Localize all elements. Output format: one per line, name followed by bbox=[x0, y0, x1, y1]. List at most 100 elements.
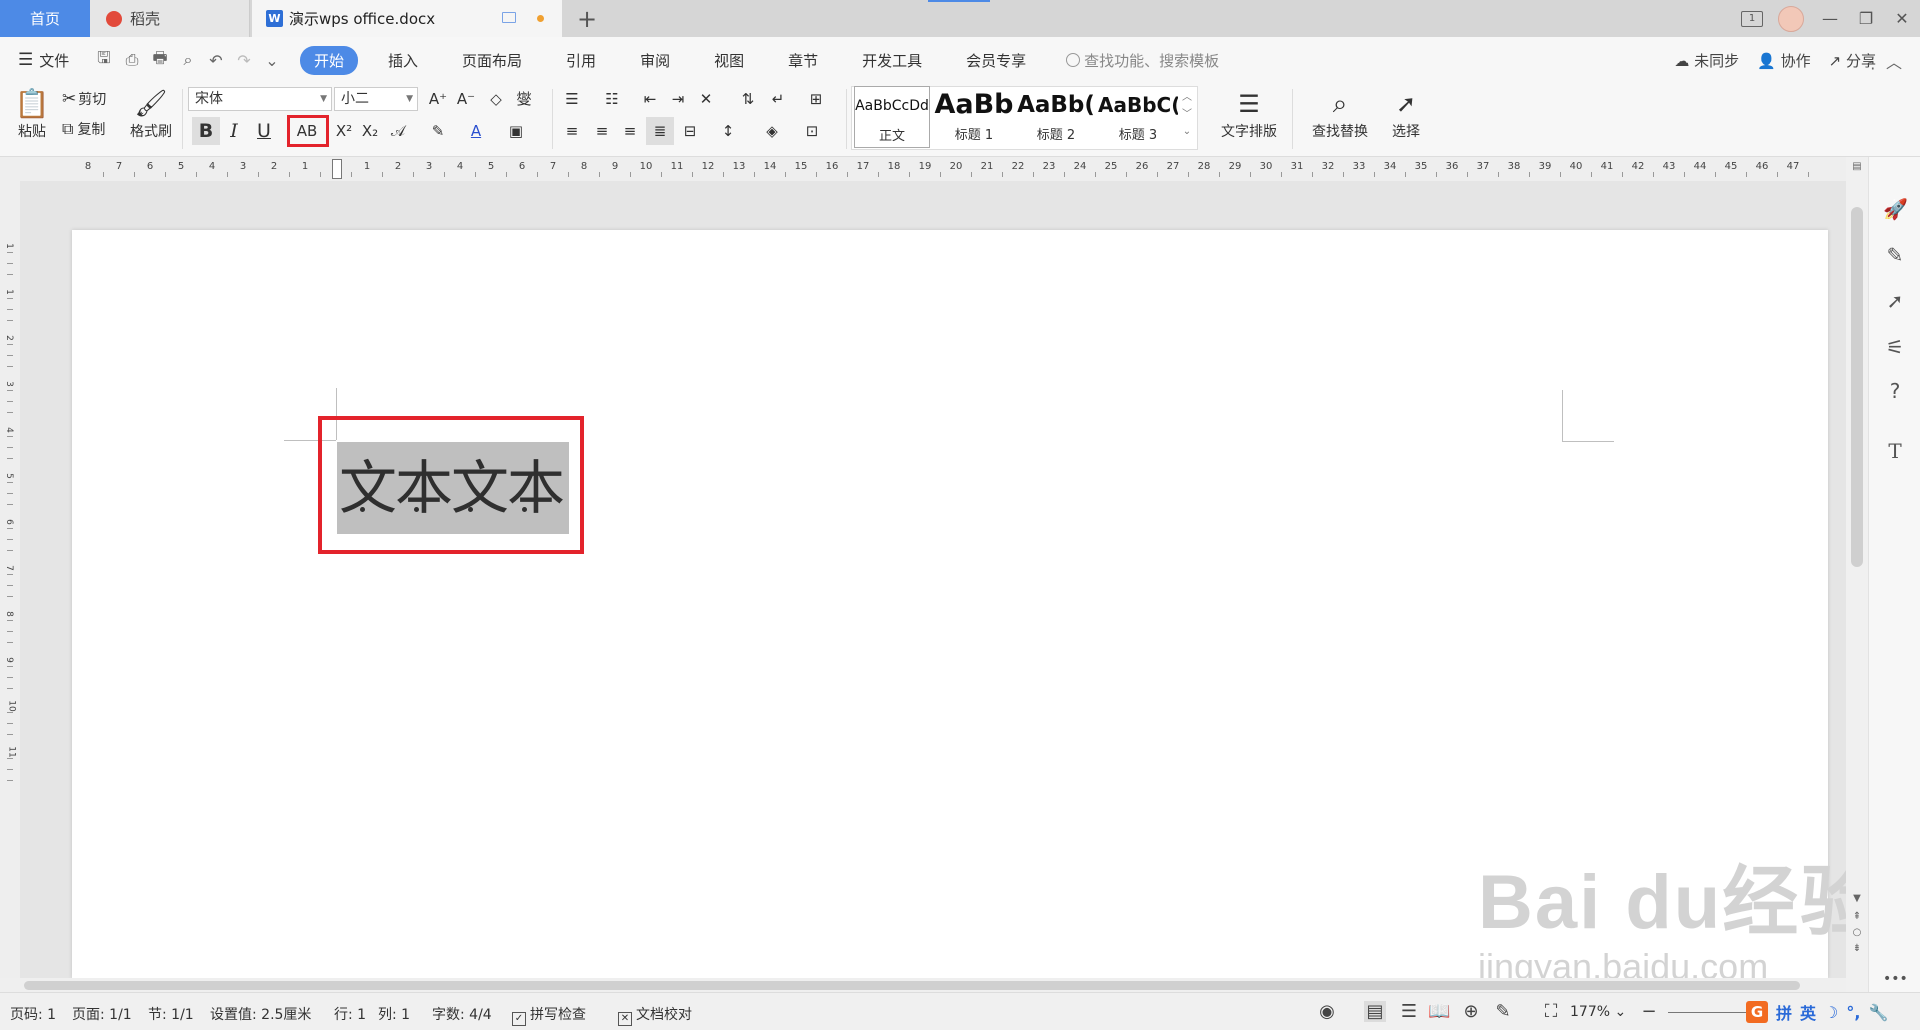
align-center-icon[interactable]: ≡ bbox=[588, 117, 616, 145]
zoom-level[interactable]: 177% ⌄ bbox=[1570, 1004, 1626, 1020]
vertical-scrollbar[interactable]: ▤ ▼ ⇞ ○ ⇟ bbox=[1846, 157, 1868, 992]
punct-icon[interactable]: °, bbox=[1846, 1003, 1860, 1022]
shrink-font-icon[interactable]: A⁻ bbox=[452, 85, 480, 113]
tab-home[interactable]: 首页 bbox=[0, 0, 90, 37]
next-page-icon[interactable]: ⇟ bbox=[1846, 943, 1868, 954]
adjust-icon[interactable]: ⚟ bbox=[1883, 335, 1907, 359]
shading-icon[interactable]: ◈ bbox=[758, 117, 786, 145]
moon-icon[interactable]: ☽ bbox=[1824, 1003, 1838, 1022]
more-icon[interactable]: ••• bbox=[1883, 967, 1908, 991]
print-icon[interactable]: 🖶 bbox=[146, 47, 174, 74]
outline-view-icon[interactable]: ☰ bbox=[1398, 1001, 1420, 1022]
show-marks-icon[interactable]: ↵ bbox=[764, 85, 792, 113]
distributed-icon[interactable]: ⊟ bbox=[676, 117, 704, 145]
print-preview-icon[interactable]: ⌕ bbox=[174, 50, 202, 70]
style-normal[interactable]: AaBbCcDd 正文 bbox=[854, 86, 930, 148]
bold-button[interactable]: B bbox=[192, 117, 220, 145]
tab-member[interactable]: 会员专享 bbox=[952, 46, 1040, 75]
clear-format-icon[interactable]: ◇ bbox=[482, 85, 510, 113]
page-view-icon[interactable]: ▤ bbox=[1364, 1001, 1386, 1022]
select-browse-icon[interactable]: ○ bbox=[1846, 927, 1868, 938]
avatar[interactable] bbox=[1778, 5, 1804, 32]
text-layout-button[interactable]: ☰ 文字排版 bbox=[1212, 87, 1286, 141]
cut-button[interactable]: ✂ 剪切 bbox=[62, 89, 106, 109]
font-color-icon[interactable]: A bbox=[462, 117, 490, 145]
grow-font-icon[interactable]: A⁺ bbox=[424, 85, 452, 113]
wrench-icon[interactable]: 🔧 bbox=[1868, 1003, 1888, 1022]
writing-mode-icon[interactable]: ✎ bbox=[1492, 1001, 1514, 1022]
style-heading-2[interactable]: AaBb( 标题 2 bbox=[1016, 86, 1096, 148]
superscript-button[interactable]: X² bbox=[330, 117, 358, 145]
horizontal-ruler[interactable]: 8 7 6 5 4 3 2 1 1 2 3 4 5 6 7 8 9 10 11 12 13 14 15 16 17 18 19 20 2… bbox=[0, 157, 1846, 181]
line-spacing-icon[interactable]: ↕ bbox=[714, 117, 742, 145]
justify-icon[interactable]: ≣ bbox=[646, 117, 674, 145]
underline-button[interactable]: U bbox=[250, 117, 278, 145]
minimize-button[interactable]: — bbox=[1812, 0, 1848, 37]
tab-insert[interactable]: 插入 bbox=[374, 46, 432, 75]
page-count-button[interactable]: 1 bbox=[1734, 0, 1770, 37]
function-search[interactable]: 查找功能、搜索模板 bbox=[1066, 50, 1219, 71]
export-pdf-icon[interactable]: ⎙ bbox=[118, 50, 146, 70]
text-effect-icon[interactable]: 𝒜 bbox=[384, 117, 412, 145]
tab-stops-icon[interactable]: ⊞ bbox=[802, 85, 830, 113]
reading-view-icon[interactable]: 📖 bbox=[1428, 1001, 1450, 1022]
file-menu[interactable]: ☰ 文件 bbox=[0, 50, 90, 71]
doc-check-button[interactable]: ✕ 文档校对 bbox=[618, 1004, 692, 1026]
style-heading-3[interactable]: AaBbC( 标题 3 bbox=[1098, 86, 1178, 148]
spell-check-button[interactable]: ✓ 拼写检查 bbox=[512, 1004, 586, 1026]
font-name-select[interactable]: 宋体 ▼ bbox=[188, 87, 332, 111]
redo-icon[interactable]: ↷ bbox=[230, 51, 258, 70]
copy-button[interactable]: ⧉ 复制 bbox=[62, 119, 105, 139]
align-right-icon[interactable]: ≡ bbox=[616, 117, 644, 145]
borders-icon[interactable]: ⊡ bbox=[798, 117, 826, 145]
sort-icon[interactable]: ⇅ bbox=[734, 85, 762, 113]
sync-button[interactable]: ☁ 未同步 bbox=[1674, 50, 1739, 71]
phonetic-guide-icon[interactable]: 燮 bbox=[510, 85, 538, 113]
ruler-toggle-icon[interactable]: ▤ bbox=[1846, 161, 1868, 172]
close-button[interactable]: ✕ bbox=[1884, 0, 1920, 37]
paste-button[interactable]: 📋 粘贴 bbox=[12, 87, 52, 141]
tab-references[interactable]: 引用 bbox=[552, 46, 610, 75]
restore-button[interactable]: ❐ bbox=[1848, 0, 1884, 37]
numbered-list-icon[interactable]: ☷ bbox=[598, 85, 626, 113]
find-replace-button[interactable]: ⌕ 查找替换 bbox=[1302, 87, 1378, 141]
bullet-list-icon[interactable]: ☰ bbox=[558, 85, 586, 113]
collab-button[interactable]: 👤 协作 bbox=[1757, 50, 1810, 71]
rocket-icon[interactable]: 🚀 bbox=[1883, 197, 1908, 221]
save-icon[interactable]: 🖫 bbox=[90, 47, 118, 74]
web-view-icon[interactable]: ⊕ bbox=[1460, 1001, 1482, 1022]
ime-english[interactable]: 英 bbox=[1800, 1000, 1816, 1024]
highlight-color-icon[interactable]: ✎ bbox=[424, 117, 452, 145]
chinese-layout-icon[interactable]: ✕ bbox=[692, 85, 720, 113]
tab-chapter[interactable]: 章节 bbox=[774, 46, 832, 75]
italic-button[interactable]: I bbox=[220, 117, 248, 145]
pointer-icon[interactable]: ➚ bbox=[1883, 289, 1907, 313]
horizontal-scroll-thumb[interactable] bbox=[24, 981, 1800, 990]
tab-daoke[interactable]: 稻壳 bbox=[90, 0, 250, 37]
zoom-slider[interactable] bbox=[1668, 1012, 1748, 1013]
increase-indent-icon[interactable]: ⇥ bbox=[664, 85, 692, 113]
ime-pinyin[interactable]: 拼 bbox=[1776, 1000, 1792, 1024]
font-size-select[interactable]: 小二 ▼ bbox=[334, 87, 418, 111]
tab-page-layout[interactable]: 页面布局 bbox=[448, 46, 536, 75]
tab-start[interactable]: 开始 bbox=[300, 45, 359, 75]
vertical-scroll-thumb[interactable] bbox=[1851, 207, 1863, 567]
horizontal-scrollbar[interactable] bbox=[0, 978, 1846, 992]
align-left-icon[interactable]: ≡ bbox=[558, 117, 586, 145]
tab-developer[interactable]: 开发工具 bbox=[848, 46, 936, 75]
format-painter-button[interactable]: 🖌 格式刷 bbox=[126, 87, 176, 141]
style-heading-1[interactable]: AaBb 标题 1 bbox=[934, 86, 1014, 148]
subscript-button[interactable]: X₂ bbox=[356, 117, 384, 145]
styles-scroll-icon[interactable]: ︿ ﹀ ⌄ bbox=[1182, 89, 1192, 140]
eye-icon[interactable]: ◉ bbox=[1316, 1001, 1338, 1022]
char-border-icon[interactable]: ▣ bbox=[502, 117, 530, 145]
status-words[interactable]: 字数: 4/4 bbox=[432, 1004, 492, 1024]
ime-logo[interactable]: G bbox=[1746, 1001, 1768, 1023]
help-icon[interactable]: ? bbox=[1883, 379, 1907, 403]
pen-icon[interactable]: ✎ bbox=[1883, 243, 1907, 267]
customize-toolbar-icon[interactable]: ⌄ bbox=[258, 51, 286, 70]
fit-page-icon[interactable]: ⛶ bbox=[1540, 1001, 1562, 1022]
vertical-ruler[interactable]: 1 1 2 3 4 5 6 7 8 9 10 11 bbox=[0, 181, 20, 978]
undo-icon[interactable]: ↶ bbox=[202, 51, 230, 70]
prev-page-icon[interactable]: ⇞ bbox=[1846, 911, 1868, 922]
